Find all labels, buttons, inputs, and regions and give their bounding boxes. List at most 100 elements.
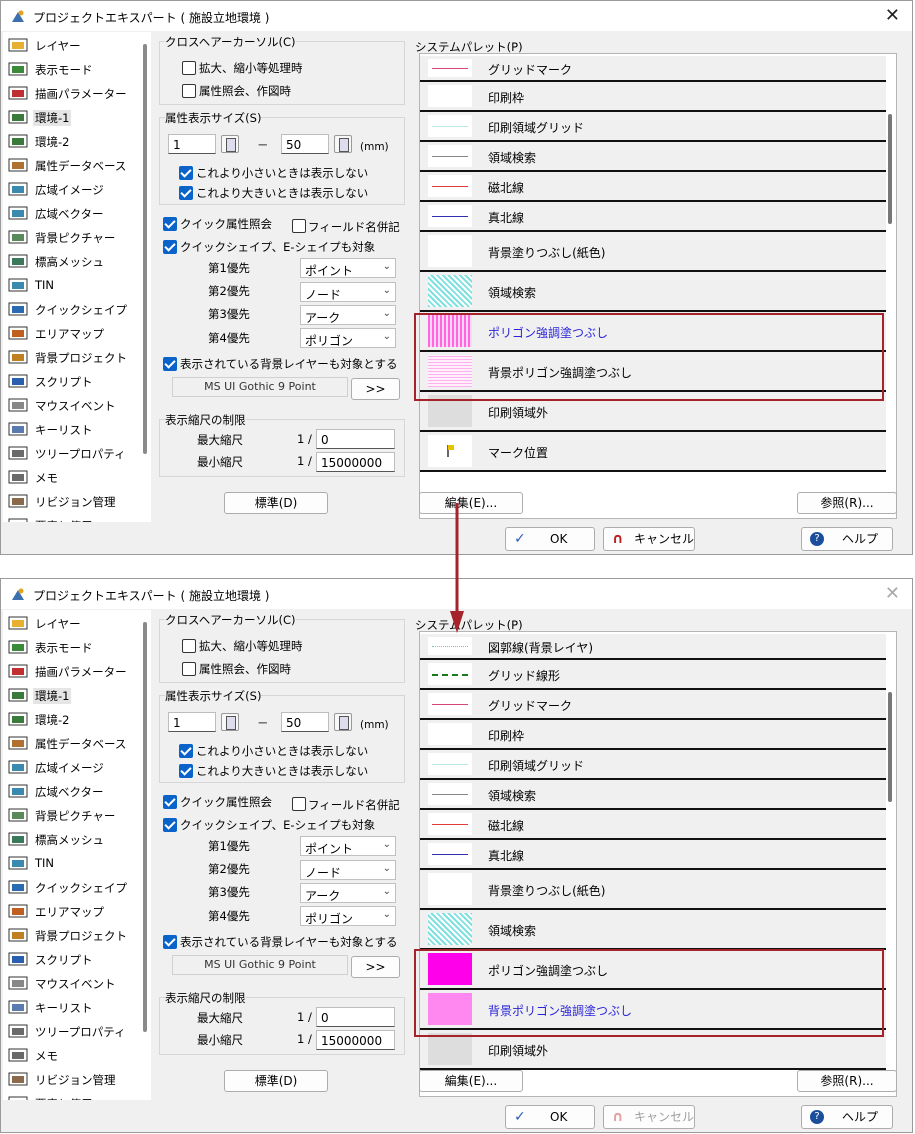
palette-row[interactable]: 印刷領域グリッド bbox=[420, 750, 886, 780]
nav-item[interactable]: マウスイベント bbox=[3, 972, 139, 994]
palette-row[interactable]: 領域検索 bbox=[420, 910, 886, 950]
nav-item[interactable]: リビジョン管理 bbox=[3, 1068, 139, 1090]
max-scale-input[interactable]: 0 bbox=[316, 429, 395, 449]
nav-item[interactable]: マウスイベント bbox=[3, 394, 139, 416]
nav-item[interactable]: 環境-1 bbox=[3, 106, 139, 128]
nav-item[interactable]: キーリスト bbox=[3, 418, 139, 440]
attr-max-input[interactable]: 50 bbox=[281, 712, 329, 732]
nav-item[interactable]: TIN bbox=[3, 274, 139, 296]
checkbox-field-name[interactable] bbox=[292, 797, 306, 811]
checkbox-field-name[interactable] bbox=[292, 219, 306, 233]
checkbox-query[interactable] bbox=[182, 662, 196, 676]
palette-row[interactable]: 領域検索 bbox=[420, 272, 886, 312]
palette-row[interactable]: 背景塗りつぶし(紙色) bbox=[420, 232, 886, 272]
palette-row[interactable]: 磁北線 bbox=[420, 810, 886, 840]
attr-min-input[interactable]: 1 bbox=[168, 134, 216, 154]
nav-item[interactable]: エリアマップ bbox=[3, 322, 139, 344]
ok-button[interactable]: ✓ OK bbox=[505, 1105, 595, 1129]
palette-row[interactable]: グリッドマーク bbox=[420, 56, 886, 82]
nav-item[interactable]: TIN bbox=[3, 852, 139, 874]
palette-row[interactable]: 真北線 bbox=[420, 840, 886, 870]
system-palette-list[interactable]: グリッドマーク 印刷枠 印刷領域グリッド 領域検索 磁北線 真北線 背景塗りつぶし(紙色) 領… bbox=[419, 53, 897, 519]
nav-item[interactable]: 背景ピクチャー bbox=[3, 804, 139, 826]
palette-row[interactable]: グリッドマーク bbox=[420, 690, 886, 720]
checkbox-small-hide[interactable] bbox=[179, 744, 193, 758]
priority-4-select[interactable]: ポリゴン ⌄ bbox=[300, 328, 396, 348]
checkbox-query[interactable] bbox=[182, 84, 196, 98]
checkbox-quick-query[interactable] bbox=[163, 217, 177, 231]
min-scale-input[interactable]: 15000000 bbox=[316, 452, 395, 472]
checkbox-quick-query[interactable] bbox=[163, 795, 177, 809]
nav-item[interactable]: 広域イメージ bbox=[3, 178, 139, 200]
cancel-button[interactable]: ∩ キャンセル bbox=[603, 1105, 695, 1129]
priority-1-select[interactable]: ポイント ⌄ bbox=[300, 258, 396, 278]
scrollbar[interactable] bbox=[888, 114, 892, 224]
checkbox-zoom[interactable] bbox=[182, 639, 196, 653]
palette-row[interactable]: 印刷領域グリッド bbox=[420, 112, 886, 142]
help-button[interactable]: ? ヘルプ bbox=[801, 1105, 893, 1129]
nav-item[interactable]: レイヤー bbox=[3, 34, 139, 56]
close-icon[interactable]: ✕ bbox=[885, 583, 900, 604]
nav-item[interactable]: 広域ベクター bbox=[3, 202, 139, 224]
nav-item[interactable]: 環境-2 bbox=[3, 708, 139, 730]
standard-button[interactable]: 標準(D) bbox=[224, 492, 328, 514]
scrollbar[interactable] bbox=[143, 622, 147, 1032]
nav-item[interactable]: 標高メッシュ bbox=[3, 250, 139, 272]
palette-row[interactable]: 図郭線(背景レイヤ) bbox=[420, 634, 886, 660]
nav-item[interactable]: 描画パラメーター bbox=[3, 660, 139, 682]
font-select-button[interactable]: >> bbox=[351, 956, 400, 978]
scrollbar[interactable] bbox=[143, 44, 147, 454]
priority-1-select[interactable]: ポイント ⌄ bbox=[300, 836, 396, 856]
checkbox-quick-shape[interactable] bbox=[163, 240, 177, 254]
nav-item[interactable]: メモ bbox=[3, 466, 139, 488]
palette-row[interactable]: 印刷枠 bbox=[420, 720, 886, 750]
priority-2-select[interactable]: ノード ⌄ bbox=[300, 282, 396, 302]
nav-item[interactable]: 属性データベース bbox=[3, 732, 139, 754]
cancel-button[interactable]: ∩ キャンセル bbox=[603, 527, 695, 551]
ok-button[interactable]: ✓ OK bbox=[505, 527, 595, 551]
max-scale-input[interactable]: 0 bbox=[316, 1007, 395, 1027]
nav-item[interactable]: 背景ピクチャー bbox=[3, 226, 139, 248]
close-icon[interactable]: ✕ bbox=[885, 5, 900, 26]
nav-item[interactable]: 描画パラメーター bbox=[3, 82, 139, 104]
checkbox-large-hide[interactable] bbox=[179, 764, 193, 778]
font-select-button[interactable]: >> bbox=[351, 378, 400, 400]
standard-button[interactable]: 標準(D) bbox=[224, 1070, 328, 1092]
nav-item[interactable]: 広域イメージ bbox=[3, 756, 139, 778]
nav-item[interactable]: エリアマップ bbox=[3, 900, 139, 922]
calculator-icon[interactable] bbox=[221, 713, 239, 731]
palette-row[interactable]: 領域検索 bbox=[420, 780, 886, 810]
category-list[interactable]: レイヤー 表示モード 描画パラメーター 環境-1 環境-2 属性データベース 広域イメージ広… bbox=[3, 32, 151, 522]
nav-item[interactable]: クイックシェイプ bbox=[3, 298, 139, 320]
nav-item[interactable]: 環境-2 bbox=[3, 130, 139, 152]
edit-button[interactable]: 編集(E)... bbox=[419, 492, 523, 514]
nav-item[interactable]: 標高メッシュ bbox=[3, 828, 139, 850]
calculator-icon[interactable] bbox=[334, 135, 352, 153]
nav-item[interactable]: スクリプト bbox=[3, 370, 139, 392]
min-scale-input[interactable]: 15000000 bbox=[316, 1030, 395, 1050]
attr-max-input[interactable]: 50 bbox=[281, 134, 329, 154]
edit-button[interactable]: 編集(E)... bbox=[419, 1070, 523, 1092]
palette-row[interactable]: 印刷枠 bbox=[420, 82, 886, 112]
palette-row[interactable]: 真北線 bbox=[420, 202, 886, 232]
nav-item[interactable]: 要素と使用 bbox=[3, 514, 139, 522]
nav-item[interactable]: 背景プロジェクト bbox=[3, 924, 139, 946]
priority-2-select[interactable]: ノード ⌄ bbox=[300, 860, 396, 880]
nav-item[interactable]: メモ bbox=[3, 1044, 139, 1066]
calculator-icon[interactable] bbox=[221, 135, 239, 153]
nav-item[interactable]: ツリープロパティ bbox=[3, 1020, 139, 1042]
checkbox-zoom[interactable] bbox=[182, 61, 196, 75]
priority-3-select[interactable]: アーク ⌄ bbox=[300, 305, 396, 325]
palette-row[interactable]: 磁北線 bbox=[420, 172, 886, 202]
palette-row[interactable]: 背景塗りつぶし(紙色) bbox=[420, 870, 886, 910]
nav-item[interactable]: 環境-1 bbox=[3, 684, 139, 706]
nav-item[interactable]: 背景プロジェクト bbox=[3, 346, 139, 368]
nav-item[interactable]: レイヤー bbox=[3, 612, 139, 634]
nav-item[interactable]: キーリスト bbox=[3, 996, 139, 1018]
attr-min-input[interactable]: 1 bbox=[168, 712, 216, 732]
checkbox-small-hide[interactable] bbox=[179, 166, 193, 180]
help-button[interactable]: ? ヘルプ bbox=[801, 527, 893, 551]
scrollbar[interactable] bbox=[888, 692, 892, 802]
nav-item[interactable]: ツリープロパティ bbox=[3, 442, 139, 464]
nav-item[interactable]: 表示モード bbox=[3, 58, 139, 80]
